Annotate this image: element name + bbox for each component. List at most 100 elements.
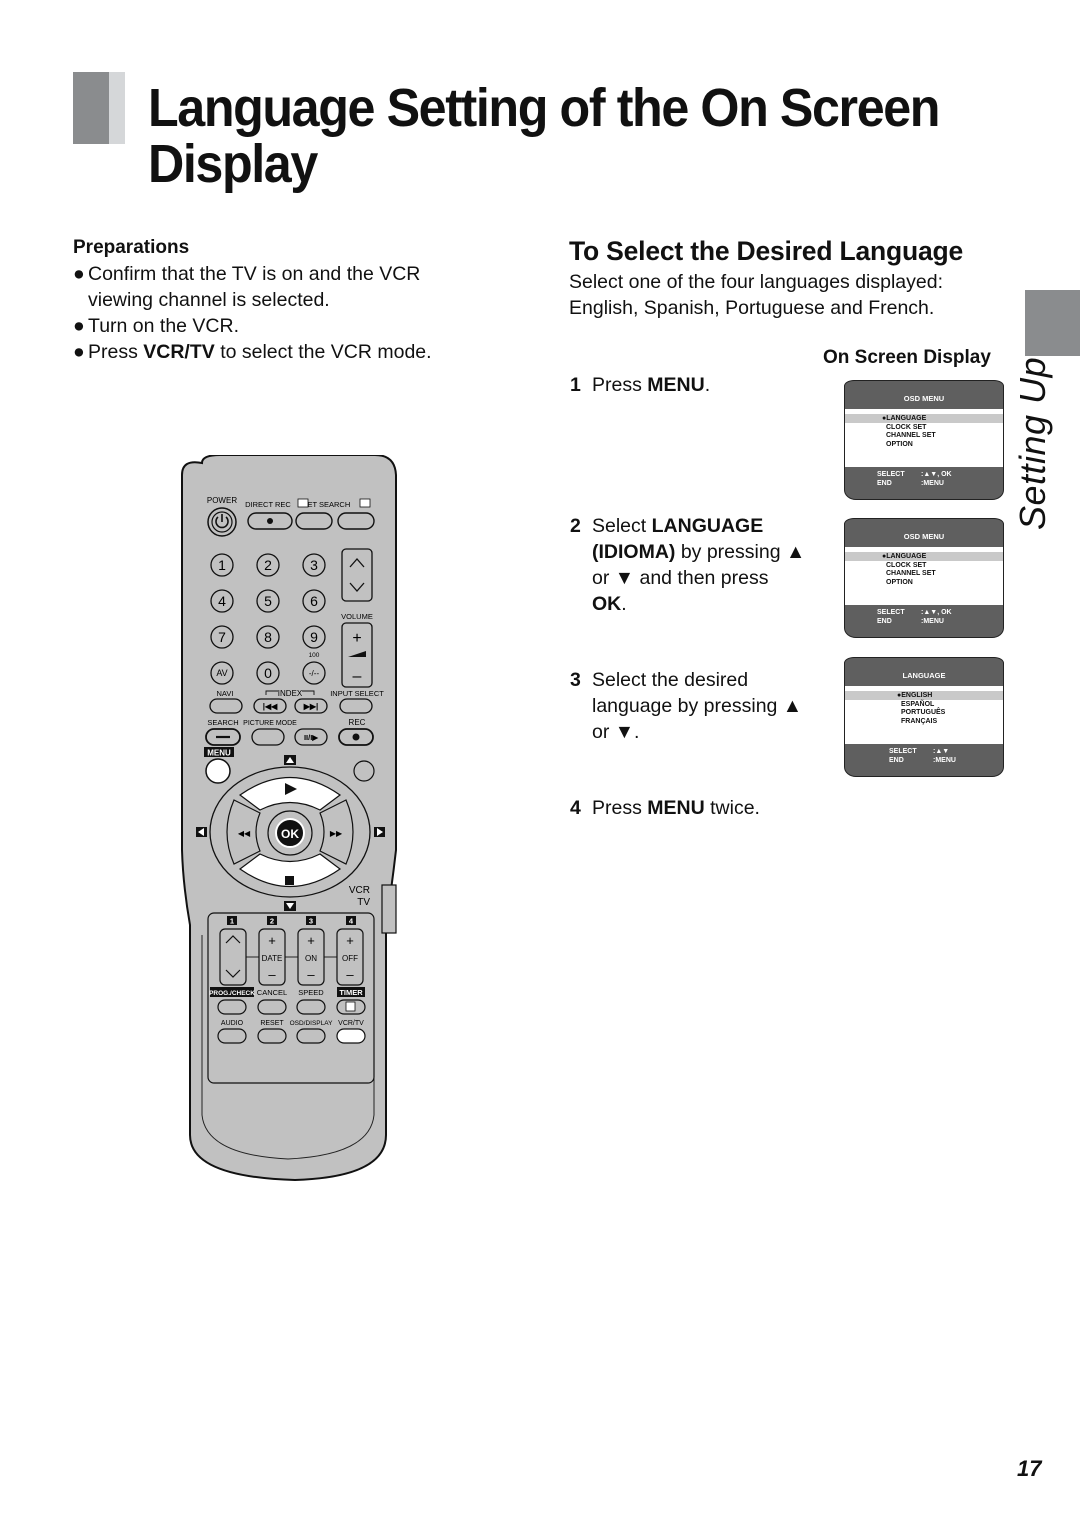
search-label: SEARCH — [207, 718, 238, 727]
number-key-0[interactable]: 0 — [256, 661, 280, 685]
timer-rocker-on[interactable]: + ON – — [297, 928, 325, 986]
plus-icon: + — [268, 933, 276, 948]
preparation-text: Confirm that the TV is on and the VCR — [88, 263, 421, 285]
title-marker-dark — [73, 72, 109, 144]
number-key-label: 0 — [264, 665, 272, 681]
number-key-6[interactable]: 6 — [302, 589, 326, 613]
osd-body: ●LANGUAGE CLOCK SET CHANNEL SET OPTION — [845, 547, 1003, 605]
osd-footer-value: :▲▼ — [933, 748, 950, 755]
timer-rocker-off[interactable]: + OFF – — [336, 928, 364, 986]
step-text: Select the desired language by pressing … — [592, 667, 832, 745]
osd-footer-key: END — [889, 756, 904, 764]
section-tab-marker — [1025, 290, 1080, 356]
osd-screen-language: LANGUAGE ●ENGLISH ESPAÑOL PORTUGUÊS FRAN… — [844, 657, 1004, 777]
jet-search-label: JET SEARCH — [304, 500, 351, 509]
picture-mode-label: PICTURE MODE — [243, 720, 297, 727]
osd-footer-value: :MENU — [933, 756, 956, 764]
osd-item: CHANNEL SET — [886, 432, 936, 440]
direct-rec-label: DIRECT REC — [245, 500, 291, 509]
number-key-label: 6 — [310, 593, 318, 609]
minus-icon: – — [268, 967, 276, 982]
preparations-list: ● Confirm that the TV is on and the VCR … — [73, 261, 493, 365]
vcr-tv-button[interactable] — [336, 1028, 366, 1044]
vcr-tv-switch[interactable] — [381, 884, 397, 934]
bullet-icon: ● — [73, 263, 85, 285]
number-key-1[interactable]: 1 — [210, 553, 234, 577]
skip-previous-icon: |◀◀ — [263, 702, 278, 711]
input-select-button[interactable] — [339, 698, 373, 714]
number-key-3[interactable]: 3 — [302, 553, 326, 577]
button-name-vcr-tv: VCR/TV — [143, 341, 215, 363]
number-key-7[interactable]: 7 — [210, 625, 234, 649]
osd-screen-osd-menu: OSD MENU ●LANGUAGE CLOCK SET CHANNEL SET… — [844, 380, 1004, 500]
record-dot-icon — [352, 733, 360, 741]
navi-button[interactable] — [209, 698, 243, 714]
osd-footer-key: SELECT — [877, 609, 905, 616]
text-post: twice. — [704, 797, 760, 819]
vcr-label: VCR — [349, 885, 370, 896]
jet-search-forward-button[interactable] — [337, 512, 375, 530]
osd-items: ●LANGUAGE CLOCK SET CHANNEL SET OPTION — [882, 415, 936, 449]
volume-up-icon: + — [352, 630, 361, 647]
text-pre: Press — [88, 341, 144, 363]
number-key-9[interactable]: 9 — [302, 625, 326, 649]
menu-name-idioma: (IDIOMA) — [592, 541, 676, 563]
osd-footer-value: :▲▼, OK — [921, 609, 952, 616]
record-dot-icon — [267, 518, 273, 524]
osd-footer-key: END — [877, 617, 892, 625]
reset-button[interactable] — [257, 1028, 287, 1044]
timer-rocker-label: DATE — [262, 954, 283, 963]
stop-icon — [285, 876, 294, 885]
speed-label: SPEED — [298, 988, 324, 997]
osd-footer-key: END — [877, 479, 892, 487]
preparation-item: ● Press VCR/TV to select the VCR mode. — [73, 339, 493, 365]
index-label: INDEX — [278, 689, 303, 698]
cancel-button[interactable] — [257, 999, 287, 1015]
osd-title: OSD MENU — [903, 532, 945, 541]
input-select-label: INPUT SELECT — [330, 689, 384, 698]
fast-forward-icon: ▶▶ — [330, 829, 343, 838]
pause-slow-icon: II/I▶ — [304, 733, 319, 742]
exit-button[interactable] — [353, 760, 375, 782]
osd-item: CHANNEL SET — [886, 570, 936, 578]
bullet-icon: ● — [73, 341, 85, 363]
osd-display-button[interactable] — [296, 1028, 326, 1044]
number-key-4[interactable]: 4 — [210, 589, 234, 613]
vcr-tv-label: VCR/TV — [338, 1020, 364, 1027]
audio-button[interactable] — [217, 1028, 247, 1044]
osd-item: OPTION — [886, 440, 913, 448]
page-title-line-2: Display — [148, 134, 318, 194]
channel-rocker[interactable] — [341, 548, 373, 602]
osd-item-selected: ●LANGUAGE — [882, 415, 927, 422]
rec-label: REC — [349, 718, 366, 727]
number-key--/--[interactable]: -/-- — [302, 661, 326, 685]
section-title: To Select the Desired Language — [569, 236, 964, 266]
slot-number: 2 — [270, 917, 274, 926]
jet-search-rewind-button[interactable] — [295, 512, 333, 530]
rewind-icon: ◀◀ — [238, 829, 251, 838]
speed-button[interactable] — [296, 999, 326, 1015]
picture-mode-button[interactable] — [251, 728, 285, 746]
number-key-label: 8 — [264, 629, 272, 645]
osd-footer: SELECT :▲▼, OK END :MENU — [877, 609, 952, 626]
timer-rocker-date[interactable]: + DATE – — [258, 928, 286, 986]
page-number: 17 — [1017, 1456, 1042, 1481]
number-key-label: -/-- — [309, 669, 320, 678]
timer-rockers: + DATE – + ON – + OFF – — [258, 928, 364, 986]
timer-label: TIMER — [339, 988, 363, 997]
power-button[interactable] — [207, 507, 237, 537]
osd-footer-value: :MENU — [921, 617, 944, 625]
number-key-label: 4 — [218, 593, 226, 609]
page-title: Language Setting of the On Screen Displa… — [148, 80, 966, 192]
menu-button[interactable] — [205, 758, 231, 784]
bullet-icon: ● — [73, 315, 85, 337]
osd-items: ●ENGLISH ESPAÑOL PORTUGUÊS FRANÇAIS — [897, 692, 945, 726]
clock-icon — [345, 1001, 356, 1012]
number-key-5[interactable]: 5 — [256, 589, 280, 613]
number-key-8[interactable]: 8 — [256, 625, 280, 649]
number-key-2[interactable]: 2 — [256, 553, 280, 577]
prog-check-label: PROG./CHECK — [209, 990, 255, 997]
step-text: Press MENU. — [592, 372, 832, 398]
prog-check-button[interactable] — [217, 999, 247, 1015]
number-key-AV[interactable]: AV — [210, 661, 234, 685]
